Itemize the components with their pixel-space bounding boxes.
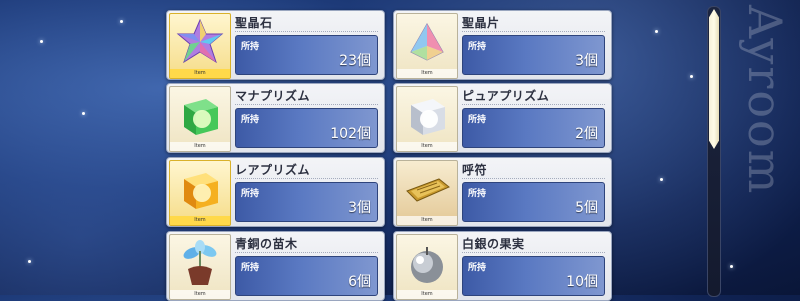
count-label: 所持: [241, 42, 260, 52]
item-thumbnail: Item: [396, 234, 458, 300]
star-sparkle: [28, 260, 31, 263]
count-box: 所持 10個: [462, 256, 605, 296]
background-watermark: Ayroom: [738, 5, 792, 196]
summon-ticket-icon: [406, 178, 450, 202]
item-tag: Item: [397, 69, 457, 78]
count-label: 所持: [241, 263, 260, 273]
item-name: 白銀の果実: [462, 237, 525, 251]
bronze-sapling-icon: [183, 240, 217, 285]
star-sparkle: [655, 30, 658, 33]
item-tag: Item: [397, 216, 457, 225]
divider: [235, 31, 378, 32]
star-sparkle: [40, 40, 43, 43]
star-sparkle: [120, 20, 123, 23]
count-label: 所持: [241, 115, 260, 125]
count-label: 所持: [468, 42, 487, 52]
star-sparkle: [690, 75, 693, 78]
mana-prism-icon: [184, 99, 218, 135]
divider: [462, 252, 605, 253]
count-value: 3個: [348, 200, 371, 216]
count-value: 2個: [575, 126, 598, 142]
item-card-bronze-sapling[interactable]: Item 青銅の苗木 所持 6個: [166, 231, 385, 301]
scrollbar-thumb[interactable]: [709, 9, 719, 149]
pure-prism-icon: [411, 99, 445, 135]
count-label: 所持: [468, 263, 487, 273]
divider: [235, 104, 378, 105]
count-box: 所持 5個: [462, 182, 605, 222]
count-box: 所持 3個: [462, 35, 605, 75]
divider: [462, 178, 605, 179]
divider: [462, 104, 605, 105]
count-label: 所持: [468, 189, 487, 199]
saint-quartz-fragment-icon: [410, 22, 444, 61]
count-label: 所持: [241, 189, 260, 199]
count-value: 23個: [339, 53, 371, 69]
count-value: 6個: [348, 274, 371, 290]
star-sparkle: [82, 112, 85, 115]
count-value: 3個: [575, 53, 598, 69]
item-card-pure-prism[interactable]: Item ピュアプリズム 所持 2個: [393, 83, 612, 153]
item-tag: Item: [170, 216, 230, 225]
count-box: 所持 102個: [235, 108, 378, 148]
count-box: 所持 3個: [235, 182, 378, 222]
star-sparkle: [730, 265, 733, 268]
divider: [235, 178, 378, 179]
item-name: 聖晶石: [235, 16, 273, 30]
item-name: ピュアプリズム: [462, 89, 550, 103]
count-label: 所持: [468, 115, 487, 125]
item-tag: Item: [170, 142, 230, 151]
item-tag: Item: [397, 142, 457, 151]
item-name: レアプリズム: [235, 163, 311, 177]
count-box: 所持 2個: [462, 108, 605, 148]
item-name: マナプリズム: [235, 89, 311, 103]
item-thumbnail: Item: [169, 160, 231, 226]
item-card-rare-prism[interactable]: Item レアプリズム 所持 3個: [166, 157, 385, 227]
item-name: 呼符: [462, 163, 488, 177]
item-card-silver-fruit[interactable]: Item 白銀の果実 所持 10個: [393, 231, 612, 301]
item-thumbnail: Item: [169, 13, 231, 79]
item-card-mana-prism[interactable]: Item マナプリズム 所持 102個: [166, 83, 385, 153]
item-thumbnail: Item: [169, 86, 231, 152]
divider: [462, 31, 605, 32]
scrollbar-track[interactable]: [707, 6, 721, 297]
count-value: 5個: [575, 200, 598, 216]
silver-fruit-icon: [411, 247, 443, 283]
item-card-saint-quartz-fragment[interactable]: Item 聖晶片 所持 3個: [393, 10, 612, 80]
item-thumbnail: Item: [396, 160, 458, 226]
rare-prism-icon: [184, 173, 218, 209]
item-name: 青銅の苗木: [235, 237, 298, 251]
item-thumbnail: Item: [169, 234, 231, 300]
star-sparkle: [660, 178, 663, 181]
item-card-saint-quartz[interactable]: Item 聖晶石 所持 23個: [166, 10, 385, 80]
item-name: 聖晶片: [462, 16, 500, 30]
count-value: 102個: [330, 126, 371, 142]
count-value: 10個: [566, 274, 598, 290]
divider: [235, 252, 378, 253]
item-thumbnail: Item: [396, 86, 458, 152]
saint-quartz-icon: [176, 18, 224, 64]
count-box: 所持 6個: [235, 256, 378, 296]
item-tag: Item: [170, 69, 230, 78]
item-card-summon-ticket[interactable]: Item 呼符 所持 5個: [393, 157, 612, 227]
count-box: 所持 23個: [235, 35, 378, 75]
item-thumbnail: Item: [396, 13, 458, 79]
